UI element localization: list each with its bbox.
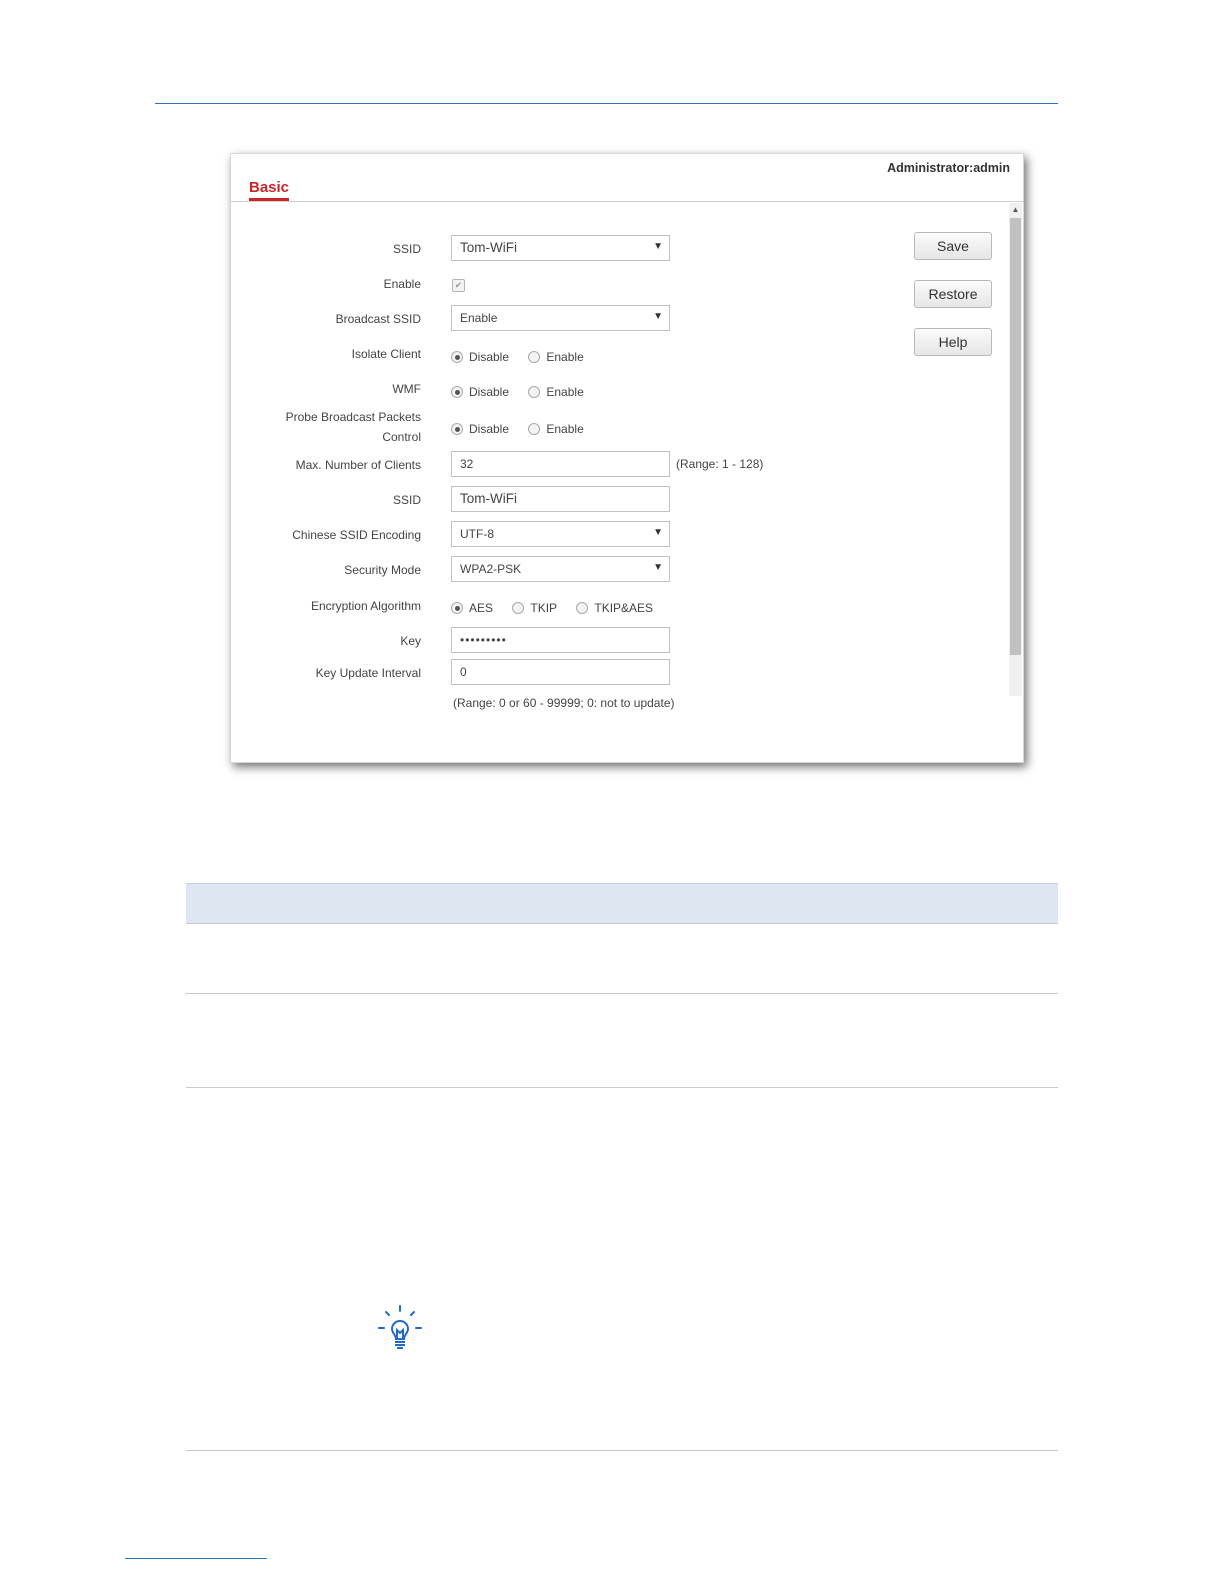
probe-broadcast-label: Probe Broadcast Packets Control bbox=[286, 407, 421, 447]
security-mode-label: Security Mode bbox=[344, 563, 421, 577]
probe-enable-option[interactable]: Enable bbox=[528, 422, 584, 436]
table-row-divider bbox=[186, 1087, 1058, 1088]
encoding-value: UTF-8 bbox=[460, 527, 494, 541]
tab-basic[interactable]: Basic bbox=[249, 179, 289, 196]
max-clients-label: Max. Number of Clients bbox=[295, 458, 421, 472]
chevron-down-icon: ▼ bbox=[653, 562, 663, 573]
algo-tkipaes-option[interactable]: TKIP&AES bbox=[576, 601, 653, 615]
enable-checkbox[interactable]: ✔ bbox=[452, 279, 465, 292]
vertical-scrollbar[interactable]: ▲ bbox=[1009, 203, 1022, 696]
broadcast-ssid-label: Broadcast SSID bbox=[335, 312, 421, 326]
probe-broadcast-radios: Disable Enable bbox=[451, 422, 600, 438]
help-button[interactable]: Help bbox=[914, 328, 992, 356]
radio-label: AES bbox=[469, 601, 494, 615]
radio-label: Enable bbox=[546, 350, 584, 364]
probe-disable-option[interactable]: Disable bbox=[451, 422, 509, 436]
radio-selected[interactable] bbox=[451, 602, 463, 614]
footer-rule bbox=[125, 1558, 267, 1559]
radio-label: Disable bbox=[469, 350, 510, 364]
admin-indicator: Administrator:admin bbox=[887, 161, 1010, 175]
key-password-input[interactable]: ••••••••• bbox=[451, 627, 670, 653]
wmf-enable-option[interactable]: Enable bbox=[528, 385, 584, 399]
table-header-row bbox=[186, 883, 1058, 924]
probe-label-line1: Probe Broadcast Packets bbox=[285, 410, 421, 424]
chevron-down-icon: ▼ bbox=[653, 241, 663, 252]
broadcast-ssid-select[interactable]: Enable ▼ bbox=[451, 305, 670, 331]
wmf-radios: Disable Enable bbox=[451, 385, 600, 401]
admin-label: Administrator: bbox=[887, 161, 974, 175]
algo-aes-option[interactable]: AES bbox=[451, 601, 493, 615]
radio-label: Disable bbox=[469, 385, 510, 399]
isolate-enable-option[interactable]: Enable bbox=[528, 350, 584, 364]
radio-label: Enable bbox=[546, 422, 584, 436]
radio-unselected[interactable] bbox=[528, 386, 541, 398]
ssid-name-label: SSID bbox=[392, 493, 421, 507]
isolate-client-label: Isolate Client bbox=[351, 347, 421, 361]
encoding-label: Chinese SSID Encoding bbox=[292, 528, 421, 542]
scroll-thumb[interactable] bbox=[1010, 218, 1021, 655]
restore-button[interactable]: Restore bbox=[914, 280, 992, 308]
ssid-label: SSID bbox=[392, 242, 421, 256]
wmf-disable-option[interactable]: Disable bbox=[451, 385, 509, 399]
enable-label: Enable bbox=[383, 277, 421, 291]
algo-tkip-option[interactable]: TKIP bbox=[512, 601, 557, 615]
radio-label: Enable bbox=[546, 385, 584, 399]
tip-section-divider bbox=[186, 1450, 1058, 1451]
broadcast-ssid-value: Enable bbox=[460, 311, 498, 325]
radio-unselected[interactable] bbox=[512, 602, 525, 614]
radio-selected[interactable] bbox=[451, 386, 463, 398]
max-clients-input[interactable]: 32 bbox=[451, 451, 670, 477]
header-rule bbox=[155, 103, 1058, 104]
key-interval-input[interactable]: 0 bbox=[451, 659, 670, 685]
wmf-label: WMF bbox=[392, 382, 421, 396]
ssid-select[interactable]: Tom-WiFi ▼ bbox=[451, 235, 670, 261]
radio-unselected[interactable] bbox=[576, 602, 589, 614]
radio-selected[interactable] bbox=[451, 351, 463, 363]
security-mode-select[interactable]: WPA2-PSK ▼ bbox=[451, 556, 670, 582]
max-clients-range: (Range: 1 - 128) bbox=[676, 457, 764, 471]
isolate-client-radios: Disable Enable bbox=[451, 350, 600, 366]
encoding-select[interactable]: UTF-8 ▼ bbox=[451, 521, 670, 547]
table-row-divider bbox=[186, 923, 1058, 924]
isolate-disable-option[interactable]: Disable bbox=[451, 350, 509, 364]
scroll-up-arrow-icon[interactable]: ▲ bbox=[1009, 203, 1022, 217]
key-interval-label: Key Update Interval bbox=[315, 666, 421, 680]
radio-label: TKIP&AES bbox=[594, 601, 654, 615]
probe-label-line2: Control bbox=[382, 430, 421, 444]
chevron-down-icon: ▼ bbox=[653, 527, 663, 538]
admin-user: admin bbox=[973, 161, 1010, 175]
table-row-divider bbox=[186, 993, 1058, 994]
encryption-algorithm-label: Encryption Algorithm bbox=[310, 599, 421, 613]
panel-divider bbox=[231, 201, 1023, 202]
security-mode-value: WPA2-PSK bbox=[460, 562, 522, 576]
radio-label: TKIP bbox=[530, 601, 558, 615]
radio-selected[interactable] bbox=[451, 423, 463, 435]
ssid-select-value: Tom-WiFi bbox=[460, 240, 517, 255]
radio-unselected[interactable] bbox=[528, 423, 541, 435]
encryption-algorithm-radios: AES TKIP TKIP&AES bbox=[451, 601, 669, 617]
lightbulb-icon bbox=[378, 1305, 422, 1349]
save-button[interactable]: Save bbox=[914, 232, 992, 260]
key-interval-range: (Range: 0 or 60 - 99999; 0: not to updat… bbox=[453, 696, 675, 710]
key-label: Key bbox=[400, 634, 421, 648]
basic-settings-panel: Administrator:admin Basic SSID Tom-WiFi … bbox=[230, 153, 1024, 763]
radio-label: Disable bbox=[469, 422, 510, 436]
chevron-down-icon: ▼ bbox=[653, 311, 663, 322]
radio-unselected[interactable] bbox=[528, 351, 541, 363]
ssid-name-input[interactable]: Tom-WiFi bbox=[451, 486, 670, 512]
